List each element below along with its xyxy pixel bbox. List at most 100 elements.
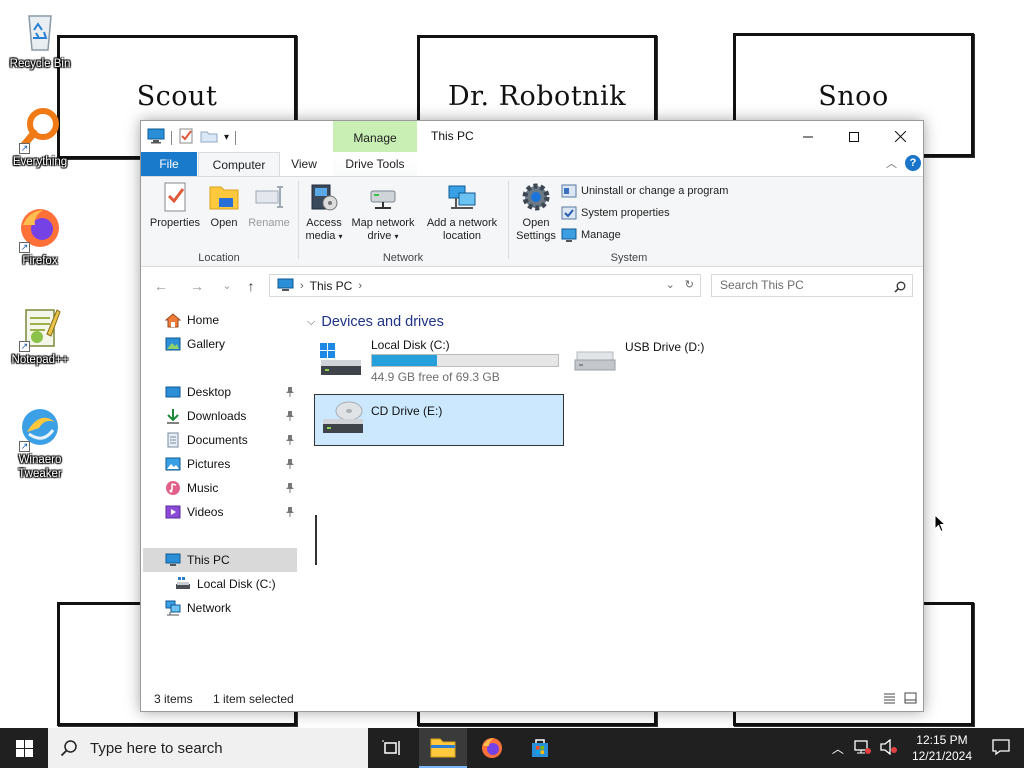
tab-view[interactable]: View — [281, 152, 327, 176]
task-view-button[interactable] — [368, 728, 416, 768]
action-center-icon[interactable] — [982, 738, 1024, 758]
drive-local-disk-c[interactable]: Local Disk (C:) 44.9 GB free of 69.3 GB — [315, 334, 565, 384]
open-button[interactable]: Open — [205, 181, 243, 230]
close-button[interactable] — [877, 121, 923, 152]
nav-item-label: This PC — [187, 553, 230, 567]
nav-item-home[interactable]: Home — [143, 308, 297, 332]
drive-cd-e[interactable] — [315, 515, 317, 565]
up-button[interactable]: ↑ — [242, 277, 260, 295]
access-media-button[interactable]: Access media ▾ — [301, 181, 347, 243]
properties-button[interactable]: Properties — [147, 181, 203, 230]
nav-item-desktop[interactable]: Desktop — [143, 380, 297, 404]
nav-item-label: Videos — [187, 505, 224, 519]
map-network-drive-button[interactable]: Map network drive ▾ — [347, 181, 419, 243]
cd-drive-icon — [321, 399, 365, 433]
taskbar-microsoft-store[interactable] — [516, 728, 564, 768]
properties-icon — [159, 181, 191, 213]
refresh-icon[interactable]: ↻ — [685, 278, 694, 291]
network-status-icon[interactable] — [850, 739, 876, 758]
navigation-bar: ← → ⌄ ↑ › This PC › ⌄ ↻ Search This PC — [141, 268, 923, 304]
collapse-ribbon-icon[interactable]: ︿ — [886, 155, 897, 171]
settings-gear-icon — [520, 181, 552, 213]
pin-icon[interactable] — [285, 386, 295, 401]
manage-context-tab-header: Manage — [333, 121, 417, 152]
desktop-icon-label: Winaero Tweaker — [18, 454, 62, 480]
desktop-icon-firefox[interactable]: ↗ Firefox — [2, 205, 78, 268]
open-settings-button[interactable]: Open Settings — [511, 181, 561, 243]
breadcrumb-this-pc[interactable]: This PC — [310, 279, 353, 293]
pin-icon[interactable] — [285, 434, 295, 449]
desktop-icon-winaero-tweaker[interactable]: ↗ Winaero Tweaker — [2, 404, 78, 481]
music-icon — [165, 480, 181, 496]
drive-free-space: 44.9 GB free of 69.3 GB — [371, 370, 500, 384]
tab-computer[interactable]: Computer — [198, 152, 280, 176]
tab-file[interactable]: File — [141, 152, 197, 176]
pin-icon[interactable] — [285, 506, 295, 521]
nav-item-network[interactable]: Network — [143, 596, 297, 620]
ribbon: Properties Open Rename Location Access m… — [141, 176, 923, 267]
task-view-icon — [382, 740, 400, 755]
nav-item-this-pc[interactable]: This PC — [143, 548, 297, 572]
pictures-icon — [165, 456, 181, 472]
maximize-button[interactable] — [831, 121, 877, 152]
pin-icon[interactable] — [285, 482, 295, 497]
nav-item-label: Downloads — [187, 409, 247, 423]
nav-item-downloads[interactable]: Downloads — [143, 404, 297, 428]
group-title: Devices and drives — [321, 314, 444, 330]
nav-item-pictures[interactable]: Pictures — [143, 452, 297, 476]
desktop-icon-label: Everything — [12, 156, 68, 168]
nav-item-gallery[interactable]: Gallery — [143, 332, 297, 356]
navigation-pane: Home Gallery Desktop Downloads Documents… — [141, 304, 301, 690]
desktop-icon-everything[interactable]: ↗ Everything — [2, 106, 78, 169]
add-network-location-button[interactable]: Add a network location — [421, 181, 503, 243]
nav-item-local-disk[interactable]: Local Disk (C:) — [143, 572, 297, 596]
content-pane[interactable]: ⌵ Devices and drives Local Disk (C:) 44.… — [301, 304, 923, 690]
title-bar[interactable]: ▾ Manage This PC — [141, 121, 923, 152]
taskbar-search-box[interactable]: Type here to search — [48, 728, 368, 768]
customize-qat-chevron-icon[interactable]: ▾ — [224, 132, 229, 143]
details-view-icon[interactable] — [883, 692, 896, 707]
add-network-location-icon — [446, 181, 478, 213]
drive-usb-d[interactable]: USB Drive (D:) — [569, 334, 769, 384]
system-tray: ︿ 12:15 PM 12/21/2024 — [826, 728, 1024, 768]
properties-quick-icon[interactable] — [178, 128, 194, 147]
volume-muted-icon[interactable] — [876, 738, 902, 758]
breadcrumb-separator-icon[interactable]: › — [358, 280, 362, 292]
manage-button[interactable]: Manage — [561, 225, 621, 245]
pin-icon[interactable] — [285, 410, 295, 425]
minimize-button[interactable] — [785, 121, 831, 152]
nav-item-documents[interactable]: Documents — [143, 428, 297, 452]
nav-item-music[interactable]: Music — [143, 476, 297, 500]
local-disk-icon — [175, 576, 191, 592]
clock-date: 12/21/2024 — [911, 749, 972, 763]
group-header-devices[interactable]: ⌵ Devices and drives — [307, 314, 444, 330]
back-button[interactable]: ← — [152, 277, 170, 295]
drive-cd-e-tile[interactable]: CD Drive (E:) — [314, 394, 564, 446]
windows-drive-icon — [319, 342, 363, 376]
address-dropdown-icon[interactable]: ⌄ — [666, 278, 675, 291]
recycle-bin-icon — [17, 8, 63, 54]
desktop-icon-label: Firefox — [22, 255, 58, 267]
taskbar-clock[interactable]: 12:15 PM 12/21/2024 — [902, 732, 982, 764]
show-hidden-icons-chevron-icon[interactable]: ︿ — [826, 740, 850, 757]
taskbar-firefox[interactable] — [468, 728, 516, 768]
desktop-icon-notepad-plus-plus[interactable]: ↗ Notepad++ — [2, 304, 78, 367]
system-properties-button[interactable]: System properties — [561, 203, 670, 223]
taskbar: Type here to search ︿ 12:15 PM 12/21/202… — [0, 728, 1024, 768]
start-button[interactable] — [0, 728, 48, 768]
address-bar[interactable]: › This PC › ⌄ ↻ — [269, 274, 701, 297]
recent-locations-chevron-icon[interactable]: ⌄ — [218, 277, 236, 295]
help-icon[interactable]: ? — [905, 155, 921, 171]
uninstall-program-button[interactable]: Uninstall or change a program — [561, 181, 728, 201]
new-folder-quick-icon[interactable] — [200, 128, 218, 147]
large-icons-view-icon[interactable] — [904, 692, 917, 707]
breadcrumb-separator-icon: › — [300, 279, 304, 292]
desktop-icon-recycle-bin[interactable]: Recycle Bin — [2, 8, 78, 71]
nav-item-videos[interactable]: Videos — [143, 500, 297, 524]
this-pc-icon — [165, 552, 181, 568]
taskbar-file-explorer[interactable] — [419, 728, 467, 768]
forward-button[interactable]: → — [188, 277, 206, 295]
pin-icon[interactable] — [285, 458, 295, 473]
rename-button[interactable]: Rename — [245, 181, 293, 230]
search-box[interactable]: Search This PC — [711, 274, 913, 297]
